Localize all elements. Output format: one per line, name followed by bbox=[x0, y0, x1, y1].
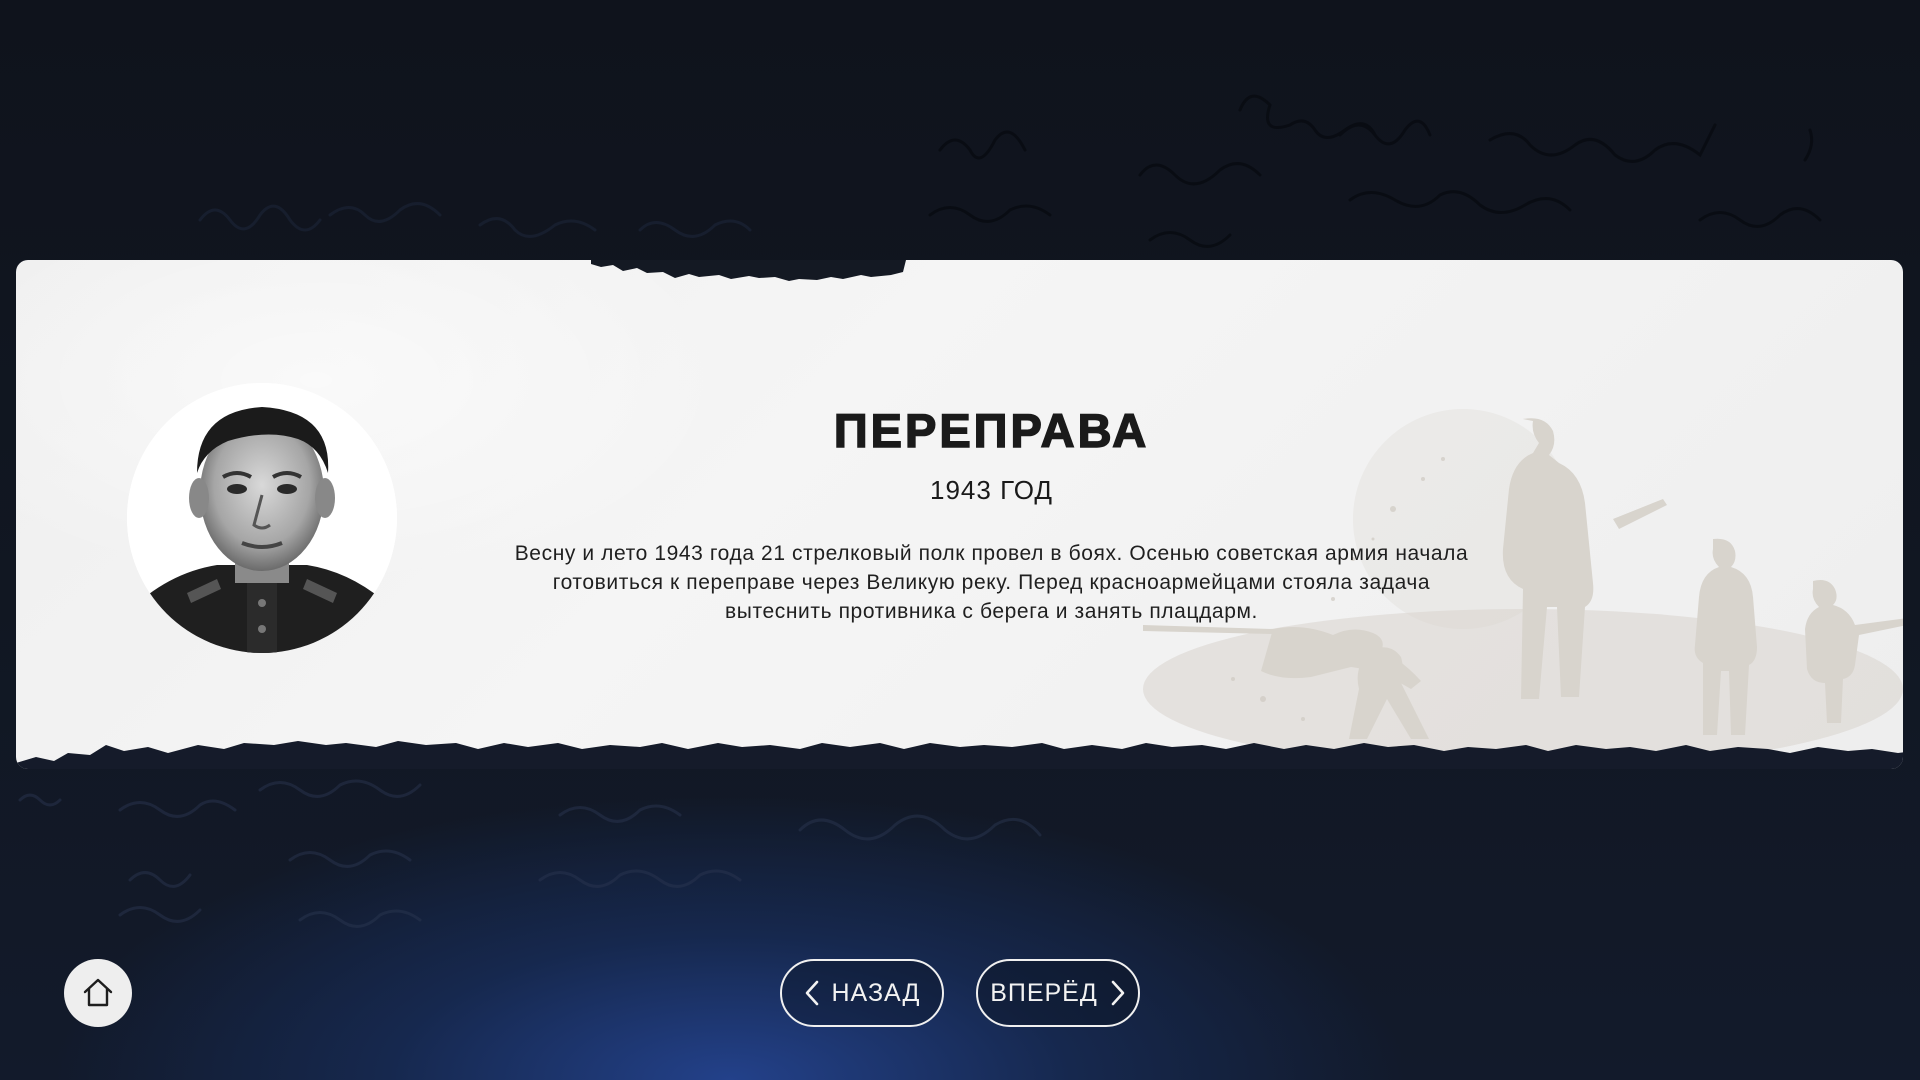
home-icon bbox=[83, 978, 113, 1007]
slide-year: 1943 ГОД bbox=[930, 475, 1053, 505]
back-button-label: НАЗАД bbox=[831, 978, 921, 1007]
back-button[interactable]: НАЗАД bbox=[780, 959, 944, 1027]
slide-title: ПЕРЕПРАВА bbox=[833, 404, 1150, 458]
slide-body-text: Весну и лето 1943 года 21 стрелковый пол… bbox=[514, 542, 1469, 623]
chevron-left-icon bbox=[804, 980, 820, 1006]
forward-button-label: ВПЕРЁД bbox=[990, 978, 1098, 1007]
torn-paper-top-edge bbox=[591, 260, 906, 281]
forward-button[interactable]: ВПЕРЁД bbox=[976, 959, 1140, 1027]
home-button[interactable] bbox=[64, 959, 132, 1027]
torn-paper-bottom-edge bbox=[16, 741, 1903, 769]
chevron-right-icon bbox=[1110, 980, 1126, 1006]
story-card: ПЕРЕПРАВА 1943 ГОД Весну и лето 1943 год… bbox=[16, 260, 1903, 769]
soldier-portrait bbox=[127, 383, 397, 653]
story-content: ПЕРЕПРАВА 1943 ГОД Весну и лето 1943 год… bbox=[446, 404, 1537, 626]
